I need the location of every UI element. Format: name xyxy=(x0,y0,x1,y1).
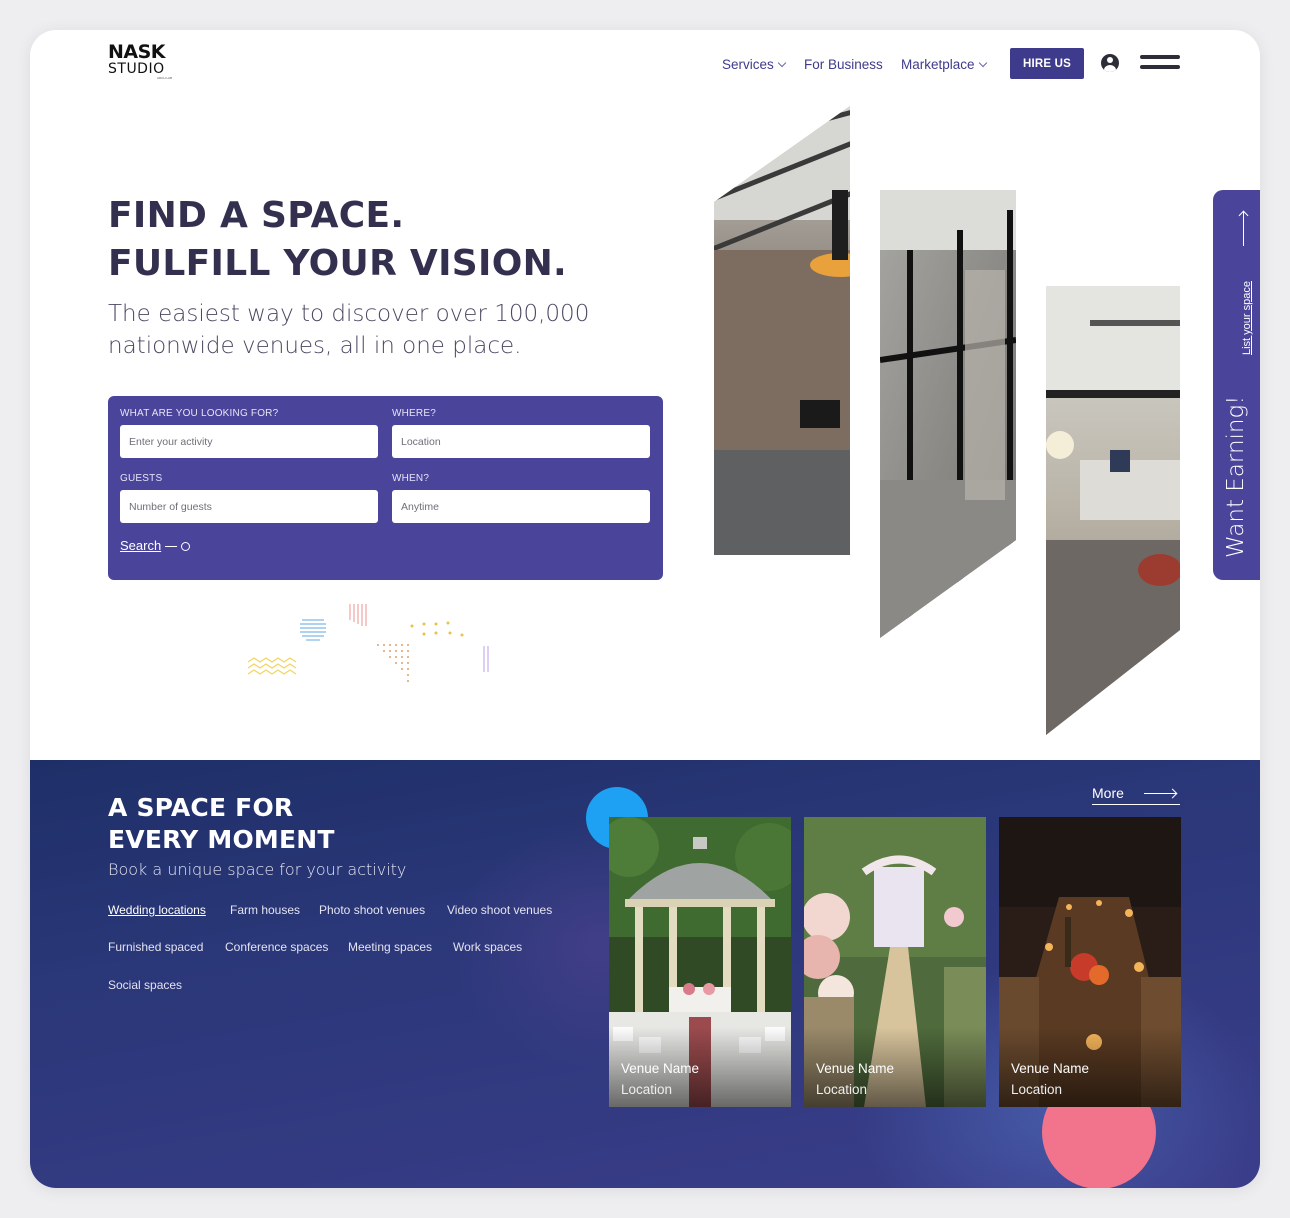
search-form: WHAT ARE YOU LOOKING FOR? WHERE? GUESTS … xyxy=(108,396,663,580)
side-tab-list-space[interactable]: List your space Want Earning! xyxy=(1213,190,1260,580)
hero-title-line1: FIND A SPACE. xyxy=(108,195,405,236)
when-label: WHEN? xyxy=(392,473,430,484)
logo[interactable]: NASK STUDIO ARCH LAB xyxy=(108,42,178,82)
tag-furnished-spaced[interactable]: Furnished spaced xyxy=(108,940,203,954)
search-button[interactable]: Search xyxy=(120,538,191,553)
hero-image-3 xyxy=(1046,286,1180,735)
venue-card[interactable]: Venue Name Location xyxy=(804,817,986,1107)
venue-card[interactable]: Venue Name Location xyxy=(999,817,1181,1107)
guests-label: GUESTS xyxy=(120,473,163,484)
user-icon[interactable] xyxy=(1101,54,1119,72)
logo-text-small: ARCH LAB xyxy=(156,76,172,80)
menu-bar xyxy=(1140,65,1180,69)
nav-services-label: Services xyxy=(722,57,774,72)
tag-video-shoot-venues[interactable]: Video shoot venues xyxy=(447,903,552,917)
decorative-pattern xyxy=(247,604,489,682)
hero-image-2 xyxy=(880,190,1016,638)
tag-meeting-spaces[interactable]: Meeting spaces xyxy=(348,940,432,954)
section-subtitle: Book a unique space for your activity xyxy=(108,860,407,879)
venue-location: Location xyxy=(816,1082,868,1097)
chevron-down-icon xyxy=(978,58,987,67)
more-link-label: More xyxy=(1092,785,1124,801)
arrow-right-icon xyxy=(165,546,178,547)
hero-image-1 xyxy=(714,106,850,555)
nav-for-business-label: For Business xyxy=(804,57,883,72)
nav-marketplace-label: Marketplace xyxy=(901,57,975,72)
venue-location: Location xyxy=(1011,1082,1063,1097)
tag-conference-spaces[interactable]: Conference spaces xyxy=(225,940,328,954)
logo-text-top: NASK xyxy=(108,41,166,63)
nav-for-business[interactable]: For Business xyxy=(804,57,883,72)
guests-input[interactable] xyxy=(120,490,378,523)
want-earning-text: Want Earning! xyxy=(1223,395,1249,558)
hamburger-menu-icon[interactable] xyxy=(1140,55,1180,71)
hero-title: FIND A SPACE. FULFILL YOUR VISION. xyxy=(108,192,567,288)
hero-title-line2: FULFILL YOUR VISION. xyxy=(108,243,568,284)
location-input[interactable] xyxy=(392,425,650,458)
logo-text-bottom: STUDIO xyxy=(108,61,165,77)
hero-image-gallery xyxy=(714,106,1180,735)
activity-input[interactable] xyxy=(120,425,378,458)
tag-social-spaces[interactable]: Social spaces xyxy=(108,978,182,992)
page-frame: NASK STUDIO ARCH LAB Services For Busine… xyxy=(30,30,1260,1188)
tag-work-spaces[interactable]: Work spaces xyxy=(453,940,522,954)
tag-farm-houses[interactable]: Farm houses xyxy=(230,903,300,917)
venue-name: Venue Name xyxy=(621,1061,700,1076)
arrow-right-icon xyxy=(1144,793,1176,794)
venue-name: Venue Name xyxy=(1011,1061,1090,1076)
venue-location: Location xyxy=(621,1082,673,1097)
menu-bar xyxy=(1140,55,1180,59)
chevron-down-icon xyxy=(777,58,787,67)
where-label: WHERE? xyxy=(392,408,436,419)
more-link[interactable]: More xyxy=(1092,785,1180,805)
space-for-every-moment-section: A SPACE FOR EVERY MOMENT Book a unique s… xyxy=(30,760,1260,1188)
section-title: A SPACE FOR EVERY MOMENT xyxy=(108,792,408,856)
hero-subtitle: The easiest way to discover over 100,000… xyxy=(108,301,590,359)
section-title-line1: A SPACE FOR xyxy=(108,793,294,822)
circle-icon xyxy=(181,542,191,551)
venue-card[interactable]: Venue Name Location xyxy=(609,817,791,1107)
hire-us-button[interactable]: HIRE US xyxy=(1010,48,1084,79)
nav-services[interactable]: Services xyxy=(722,57,787,72)
section-title-line2: EVERY MOMENT xyxy=(108,825,335,854)
tag-photo-shoot-venues[interactable]: Photo shoot venues xyxy=(319,903,425,917)
nav-marketplace[interactable]: Marketplace xyxy=(901,57,987,72)
tag-wedding-locations[interactable]: Wedding locations xyxy=(108,903,206,917)
search-button-label: Search xyxy=(120,538,162,553)
date-input[interactable] xyxy=(392,490,650,523)
venue-name: Venue Name xyxy=(816,1061,895,1076)
activity-label: WHAT ARE YOU LOOKING FOR? xyxy=(120,408,279,419)
